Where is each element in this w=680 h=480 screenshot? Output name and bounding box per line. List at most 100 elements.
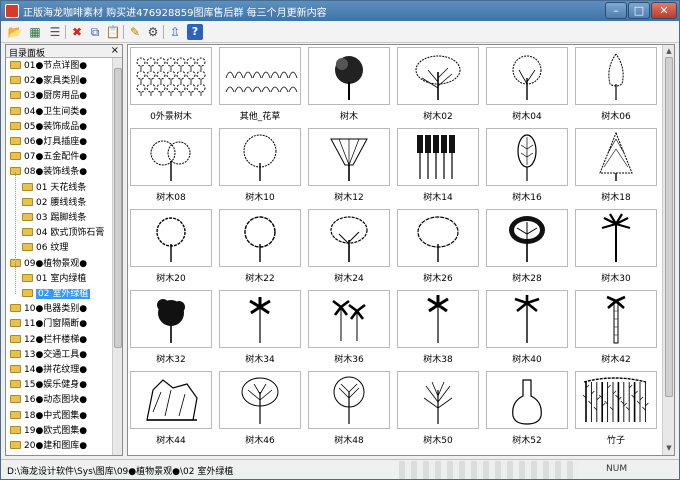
tree-item-label: 10●电器类别● (24, 304, 88, 315)
tree-item[interactable]: 04 欧式顶饰石膏 (22, 227, 104, 240)
tree-item[interactable]: 05●装饰成品● (10, 121, 87, 134)
thumbnail-tile[interactable] (308, 47, 390, 105)
tree-item[interactable]: 01 室内绿植 (22, 273, 86, 286)
status-num-indicator: NUM (606, 464, 628, 474)
thumbnail-tile[interactable] (397, 209, 479, 267)
thumbnail-label: 0外景树木 (150, 112, 192, 122)
tree-item[interactable]: 13●交通工具● (10, 349, 87, 362)
tree-item[interactable]: 03●厨房用品● (10, 90, 87, 103)
tree-item[interactable]: 11●门窗隔断● (10, 318, 87, 331)
tree-item[interactable]: 02●家具类别● (10, 75, 87, 88)
copy-icon[interactable]: ⧉ (87, 24, 103, 40)
thumbnail-tile[interactable] (397, 290, 479, 348)
thumbnail-tile[interactable] (308, 290, 390, 348)
tree-block-preview (243, 134, 277, 181)
tree-item[interactable]: 02 室外绿植 (22, 288, 91, 301)
thumbnail-tile[interactable] (486, 209, 568, 267)
close-button[interactable]: ✕ (651, 2, 677, 19)
thumbnail-tile[interactable] (486, 128, 568, 186)
thumbnail-tile[interactable] (130, 290, 212, 348)
tree-block-preview (417, 216, 459, 262)
minimize-button[interactable]: – (605, 2, 627, 19)
folder-icon (10, 137, 21, 145)
thumbnail-label: 竹子 (606, 436, 625, 446)
thumbnail-tile[interactable] (575, 209, 657, 267)
thumbnail-tile[interactable] (486, 47, 568, 105)
thumbnail-tile[interactable] (219, 128, 301, 186)
tree-block-preview (150, 140, 191, 181)
thumbnail-tile[interactable] (575, 128, 657, 186)
thumbnail-tile[interactable] (308, 209, 390, 267)
tree-block-preview (156, 217, 186, 262)
thumbnail-label: 其他_花草 (239, 112, 281, 122)
tree-scrollbar[interactable] (112, 58, 122, 455)
settings-icon[interactable]: ⚙ (145, 24, 161, 40)
thumbnail-tile[interactable] (308, 371, 390, 429)
thumbnail-label: 树木40 (512, 355, 542, 365)
thumbnail-tile[interactable] (486, 371, 568, 429)
tree-item[interactable]: 06 纹理 (22, 242, 68, 255)
thumbnail-tile[interactable] (130, 47, 212, 105)
thumbnail-label: 树木28 (512, 274, 542, 284)
folder-icon (10, 349, 21, 358)
tree-item[interactable]: 09●植物景观● (10, 258, 87, 271)
tree-item[interactable]: 15●娱乐健身● (10, 379, 87, 392)
folder-icon (10, 334, 21, 343)
tree-scrollbar-thumb[interactable] (114, 68, 122, 348)
tree-item[interactable]: 08●装饰线条● (10, 166, 87, 179)
thumbnail-tile[interactable] (219, 371, 301, 429)
tree-item[interactable]: 16●动态图块● (10, 394, 87, 407)
grid-scrollbar-thumb[interactable] (665, 57, 673, 397)
thumbnail-tile[interactable] (575, 47, 657, 105)
tree-item[interactable]: 02 腰线线条 (22, 197, 86, 210)
tree-item[interactable]: 07●五金配件● (10, 151, 87, 164)
watermark-overlay (399, 461, 579, 479)
tree-item-label: 18●中式图集● (24, 410, 88, 421)
thumbnail-tile[interactable] (219, 209, 301, 267)
thumbnail-label: 树木14 (423, 193, 453, 203)
tree-block-preview (241, 377, 279, 424)
panel-close-button[interactable]: × (111, 45, 119, 56)
delete-icon[interactable]: ✖ (69, 24, 85, 40)
view-icon[interactable]: ▦ (27, 24, 43, 40)
thumbnail-label: 树木12 (334, 193, 364, 203)
thumbnail-tile[interactable] (308, 128, 390, 186)
thumbnail-tile[interactable] (397, 128, 479, 186)
tree-item[interactable]: 14●拼花纹理● (10, 364, 87, 377)
thumbnail-tile[interactable] (219, 47, 301, 105)
open-folder-icon[interactable]: 📂 (7, 24, 23, 40)
thumbnail-tile[interactable] (397, 47, 479, 105)
thumbnail-label: 树木24 (334, 274, 364, 284)
tree-item[interactable]: 20●建和图库● (10, 440, 87, 453)
thumbnail-label: 树木04 (512, 112, 542, 122)
thumbnail-tile[interactable] (575, 371, 657, 429)
tree-item[interactable]: 19●欧式图集● (10, 425, 87, 438)
grid-scrollbar[interactable]: ▲ ▼ (662, 45, 674, 455)
tree-item-label: 01 天花线条 (36, 182, 87, 193)
tree-item[interactable]: 06●灯具插座● (10, 136, 87, 149)
tree-item[interactable]: 03 踢脚线条 (22, 212, 86, 225)
thumbnail-tile[interactable] (575, 290, 657, 348)
tree-item[interactable]: 18●中式图集● (10, 410, 87, 423)
list-icon[interactable]: ☰ (47, 24, 63, 40)
tree-item[interactable]: 04●卫生间类● (10, 106, 87, 119)
paste-icon[interactable]: 📋 (105, 24, 121, 40)
scroll-up-arrow[interactable]: ▲ (665, 47, 673, 55)
maximize-button[interactable]: □ (628, 2, 650, 19)
tree-block-preview (332, 299, 366, 341)
thumbnail-tile[interactable] (130, 209, 212, 267)
help-icon[interactable]: ? (187, 24, 203, 40)
thumbnail-tile[interactable] (219, 290, 301, 348)
thumbnail-tile[interactable] (130, 371, 212, 429)
scroll-down-arrow[interactable]: ▼ (665, 444, 673, 452)
export-icon[interactable]: ⇫ (167, 24, 183, 40)
tree-item[interactable]: 01●节点详图● (10, 60, 87, 73)
tree-item[interactable]: 10●电器类别● (10, 303, 87, 316)
edit-icon[interactable]: ✎ (127, 24, 143, 40)
thumbnail-tile[interactable] (486, 290, 568, 348)
tree-item[interactable]: 12●栏杆楼梯● (10, 334, 87, 347)
tree-item[interactable]: 01 天花线条 (22, 182, 86, 195)
thumbnail-label: 树木32 (156, 355, 186, 365)
thumbnail-tile[interactable] (397, 371, 479, 429)
thumbnail-tile[interactable] (130, 128, 212, 186)
